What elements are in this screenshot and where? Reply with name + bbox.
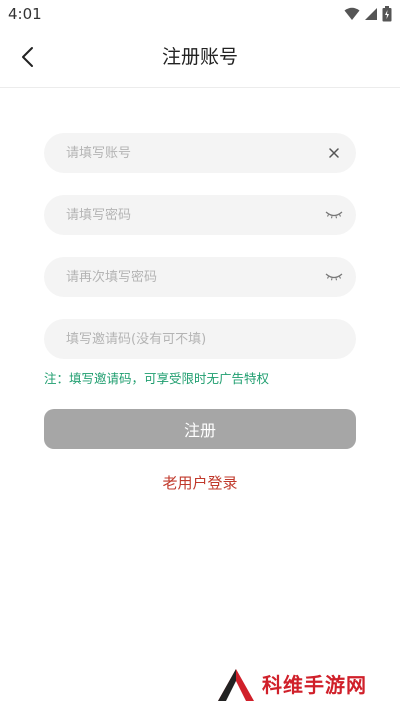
toggle-password-confirm-visibility-button[interactable]	[324, 267, 344, 287]
header: 注册账号	[0, 28, 400, 88]
page-title: 注册账号	[161, 46, 238, 68]
invite-code-input[interactable]	[66, 319, 316, 359]
close-icon	[329, 148, 339, 158]
status-time: 4:01	[8, 5, 42, 23]
status-bar: 4:01	[0, 0, 400, 28]
password-confirm-input[interactable]	[66, 257, 316, 297]
eye-closed-icon	[325, 211, 343, 219]
watermark-logo-icon	[218, 669, 254, 701]
watermark: 科维手游网	[216, 667, 386, 703]
watermark-text: 科维手游网	[262, 673, 367, 697]
invite-code-field	[44, 319, 356, 359]
register-button[interactable]: 注册	[44, 409, 356, 449]
toggle-password-visibility-button[interactable]	[324, 205, 344, 225]
signal-icon	[365, 8, 377, 20]
account-field	[44, 133, 356, 173]
existing-user-login-link[interactable]: 老用户登录	[0, 473, 400, 493]
status-icons	[344, 6, 392, 22]
eye-closed-icon	[325, 273, 343, 281]
account-input[interactable]	[66, 133, 316, 173]
password-confirm-field	[44, 257, 356, 297]
register-screen: 4:01 注册账号 请填写账号 填写邀请码(没有可不填) 注：填写邀请码，可享受…	[0, 0, 400, 711]
password-input[interactable]	[66, 195, 316, 235]
password-field	[44, 195, 356, 235]
battery-icon	[382, 6, 392, 22]
invite-code-note: 注：填写邀请码，可享受限时无广告特权	[44, 371, 270, 386]
clear-account-button[interactable]	[324, 143, 344, 163]
wifi-icon	[344, 7, 360, 20]
